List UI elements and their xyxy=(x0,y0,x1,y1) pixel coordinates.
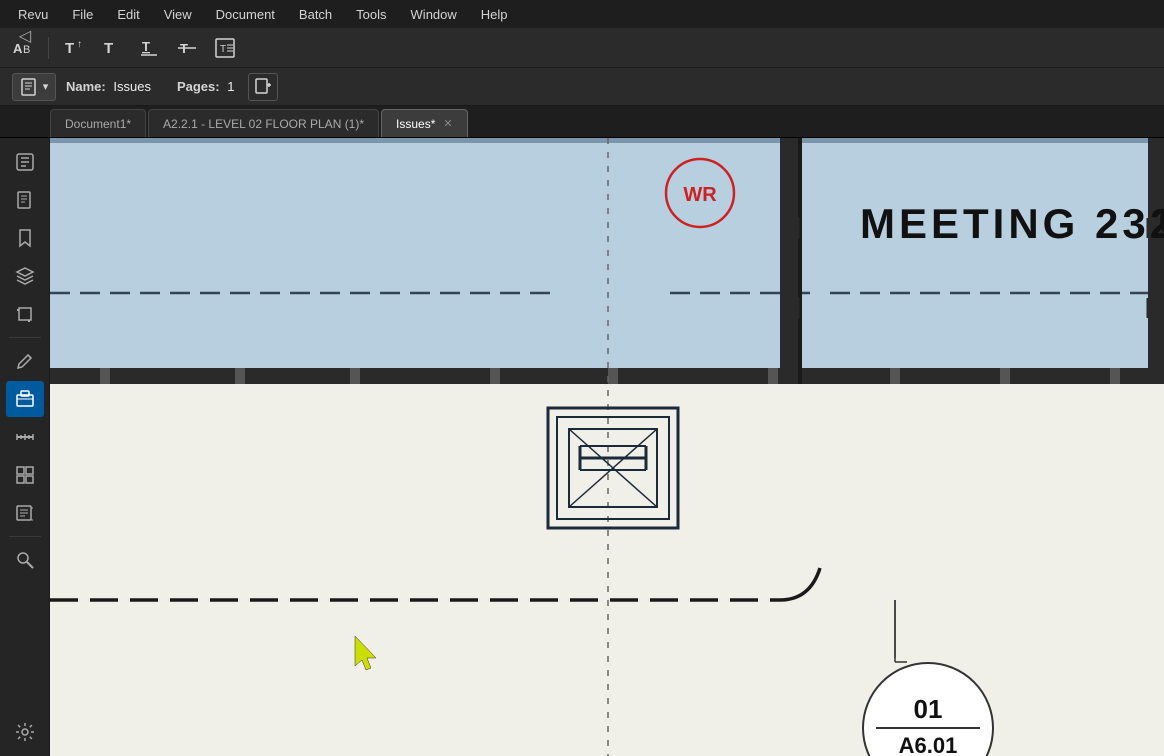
menu-bar: Revu File Edit View Document Batch Tools… xyxy=(0,0,1164,28)
doc-name-value: Issues xyxy=(113,79,151,94)
menu-file[interactable]: File xyxy=(62,5,103,24)
sidebar-btn-pages[interactable] xyxy=(6,182,44,218)
tab-document1-label: Document1* xyxy=(65,117,131,131)
menu-tools[interactable]: Tools xyxy=(346,5,396,24)
sidebar-btn-search[interactable] xyxy=(6,542,44,578)
tab-issues-label: Issues* xyxy=(396,117,435,131)
menu-revu[interactable]: Revu xyxy=(8,5,58,24)
svg-text:T: T xyxy=(142,39,150,54)
sidebar-btn-markup[interactable] xyxy=(6,343,44,379)
svg-text:↑: ↑ xyxy=(77,39,82,50)
text-style-2-btn[interactable]: T xyxy=(95,33,127,63)
sidebar-btn-sheets[interactable] xyxy=(6,495,44,531)
svg-text:T: T xyxy=(65,40,74,57)
tab-document1[interactable]: Document1* xyxy=(50,109,146,137)
sidebar-btn-crop[interactable] xyxy=(6,296,44,332)
floor-plan-svg: MEETING 232 C WR xyxy=(50,138,1164,756)
menu-batch[interactable]: Batch xyxy=(289,5,342,24)
doc-pages-value: 1 xyxy=(227,79,234,94)
tab-issues[interactable]: Issues* ✕ xyxy=(381,109,468,137)
svg-text:T: T xyxy=(104,40,113,57)
sidebar-btn-settings[interactable] xyxy=(6,714,44,750)
sidebar-btn-navigate[interactable] xyxy=(6,144,44,180)
toolbar: A B T ↑ T T T T xyxy=(0,28,1164,68)
menu-window[interactable]: Window xyxy=(401,5,467,24)
text-underline-btn[interactable]: T xyxy=(133,33,165,63)
sidebar-btn-grid[interactable] xyxy=(6,457,44,493)
tab-issues-close[interactable]: ✕ xyxy=(443,117,452,130)
canvas-area[interactable]: MEETING 232 C WR xyxy=(50,138,1164,756)
sidebar-btn-bookmarks[interactable] xyxy=(6,220,44,256)
main-area: MEETING 232 C WR xyxy=(0,138,1164,756)
new-page-btn[interactable] xyxy=(248,73,278,101)
svg-text:T: T xyxy=(220,44,226,55)
doc-bar: ▾ Name: Issues Pages: 1 xyxy=(0,68,1164,106)
sidebar-sep-1 xyxy=(9,337,41,338)
svg-text:C: C xyxy=(1158,193,1164,249)
text-strikethrough-btn[interactable]: T xyxy=(171,33,203,63)
text-style-1-btn[interactable]: T ↑ xyxy=(57,33,89,63)
menu-document[interactable]: Document xyxy=(206,5,285,24)
doc-name-label: Name: Issues xyxy=(66,79,151,94)
text-fit-btn[interactable]: T xyxy=(209,33,241,63)
tab-floor-plan-label: A2.2.1 - LEVEL 02 FLOOR PLAN (1)* xyxy=(163,117,364,131)
menu-edit[interactable]: Edit xyxy=(107,5,149,24)
doc-icon-btn[interactable]: ▾ xyxy=(12,73,56,101)
menu-view[interactable]: View xyxy=(154,5,202,24)
doc-pages-label: Pages: 1 xyxy=(177,79,235,94)
svg-text:MEETING 232: MEETING 232 xyxy=(860,200,1164,247)
tabs-bar: ◁ Document1* A2.2.1 - LEVEL 02 FLOOR PLA… xyxy=(0,106,1164,138)
sidebar-sep-2 xyxy=(9,536,41,537)
toolbar-sep-1 xyxy=(48,37,49,59)
menu-help[interactable]: Help xyxy=(471,5,518,24)
sidebar xyxy=(0,138,50,756)
sidebar-btn-stamps[interactable] xyxy=(6,381,44,417)
tab-floor-plan[interactable]: A2.2.1 - LEVEL 02 FLOOR PLAN (1)* xyxy=(148,109,379,137)
sidebar-btn-measure[interactable] xyxy=(6,419,44,455)
sidebar-btn-layers[interactable] xyxy=(6,258,44,294)
svg-text:WR: WR xyxy=(683,184,717,206)
svg-text:A6.01: A6.01 xyxy=(899,733,958,756)
svg-text:01: 01 xyxy=(914,694,943,724)
back-nav-btn[interactable]: ◁ xyxy=(10,24,40,48)
